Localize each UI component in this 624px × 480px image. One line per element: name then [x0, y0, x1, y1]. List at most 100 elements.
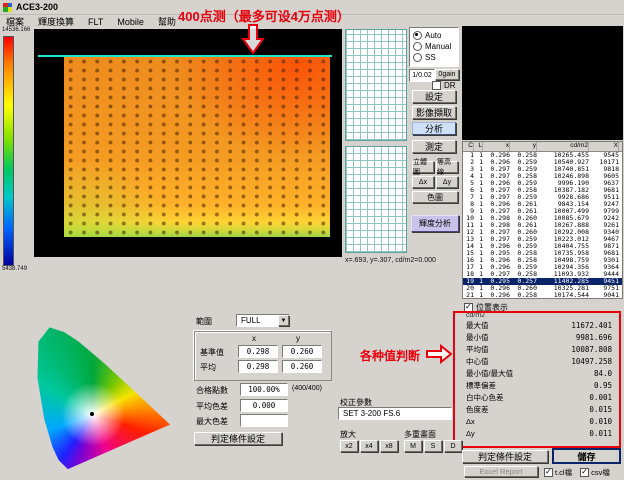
table-row[interactable]: 810.2960.2619843.1549247: [463, 201, 622, 208]
stat-value: 84.0: [594, 369, 612, 378]
pass-rate-value: 100.00%: [240, 383, 288, 396]
luminance-analysis-button[interactable]: 輝度分析: [411, 215, 459, 232]
zoom-button-x2[interactable]: x2: [340, 440, 358, 452]
stat-row: 標準偏差 0.95: [460, 379, 618, 391]
cursor-coords-readout: x=.693, y=.307, cd/m2=0.000: [345, 257, 436, 264]
stat-label: 最大值: [466, 320, 489, 331]
pass-rate-label: 合格點數: [196, 385, 228, 396]
stat-label: 標準偏差: [466, 380, 496, 391]
contour-button[interactable]: 等高線: [436, 161, 458, 173]
checkbox-icon: [432, 81, 441, 90]
table-header-cell: x: [483, 142, 510, 151]
table-row[interactable]: 610.2970.25810387.1829681: [463, 187, 622, 194]
stat-label: Δy: [466, 429, 475, 438]
stereo-button[interactable]: 立體圖: [412, 161, 434, 173]
multi-view-button-group: MSD: [404, 440, 462, 452]
stat-label: 色度差: [466, 404, 489, 415]
table-row[interactable]: 1010.2980.26010085.6799242: [463, 215, 622, 222]
heatmap-canvas[interactable]: [34, 29, 342, 257]
zoom-button-group: x2x4x8: [340, 440, 398, 452]
stat-value: 10087.808: [571, 345, 612, 354]
table-row[interactable]: 210.2960.25910540.92710171: [463, 159, 622, 166]
table-row[interactable]: 310.2970.25910740.8519818: [463, 166, 622, 173]
menu-item[interactable]: 輝度換算: [38, 15, 74, 28]
right-arrow-icon: [426, 344, 452, 369]
colorbar: [3, 36, 14, 266]
export-check-t.cl檔[interactable]: t.cl檔: [544, 467, 572, 478]
colormap-button[interactable]: 色圖: [412, 191, 458, 203]
zoom-button-x8[interactable]: x8: [380, 440, 398, 452]
table-row[interactable]: 710.2970.2599928.6869511: [463, 194, 622, 201]
table-row[interactable]: 1610.2960.25810498.7599301: [463, 257, 622, 264]
table-row[interactable]: 1110.2980.26110267.8889261: [463, 222, 622, 229]
measure-button[interactable]: 測定: [412, 140, 456, 153]
stat-value: 9981.696: [576, 333, 612, 342]
export-check-label: t.cl檔: [555, 467, 572, 478]
baseline-y-value: 0.260: [282, 345, 322, 358]
multi-view-button-m[interactable]: M: [404, 440, 422, 452]
avg-color-diff-value: 0.000: [240, 399, 288, 412]
colorbar-max-label: 14536.166: [2, 27, 30, 33]
range-selected-value: FULL: [241, 316, 261, 325]
measurement-table[interactable]: CLxycd/m2X 110.2960.25810265.4559545210.…: [462, 141, 623, 299]
average-label: 平均: [200, 362, 216, 373]
menu-item[interactable]: FLT: [88, 17, 103, 27]
checkbox-icon: [580, 468, 589, 477]
delta-x-button[interactable]: Δx: [412, 176, 434, 188]
gain-button[interactable]: 0gain: [435, 69, 459, 80]
table-row[interactable]: 1810.2970.25811093.9329444: [463, 271, 622, 278]
table-row[interactable]: 1710.2960.25910294.3569364: [463, 264, 622, 271]
delta-y-button[interactable]: Δy: [436, 176, 458, 188]
mode-radio-label: SS: [425, 53, 436, 62]
table-row[interactable]: 1310.2970.25910223.0129467: [463, 236, 622, 243]
analyze-button[interactable]: 分析: [412, 122, 456, 135]
judge-condition-button-footer[interactable]: 判定條件設定: [462, 450, 548, 463]
save-button[interactable]: 儲存: [552, 448, 621, 464]
table-row[interactable]: 910.2970.26110007.4999799: [463, 208, 622, 215]
stat-value: 0.011: [589, 429, 612, 438]
excel-report-button[interactable]: Excel Report: [464, 466, 538, 477]
table-row[interactable]: 1510.2950.25810735.9589681: [463, 250, 622, 257]
mode-radio-manual[interactable]: Manual: [413, 41, 455, 52]
judge-condition-button[interactable]: 判定條件設定: [194, 432, 282, 445]
mode-radio-auto[interactable]: Auto: [413, 30, 455, 41]
multi-view-button-d[interactable]: D: [444, 440, 462, 452]
zoom-button-x4[interactable]: x4: [360, 440, 378, 452]
stat-value: 0.015: [589, 405, 612, 414]
stats-section-label: cd/m2: [466, 312, 618, 319]
setting-button[interactable]: 設定: [412, 90, 456, 103]
dr-checkbox[interactable]: DR: [432, 81, 456, 90]
export-check-label: csv檔: [591, 467, 610, 478]
baseline-x-value: 0.298: [238, 345, 278, 358]
stat-row: 最小值9981.696: [460, 331, 618, 343]
mode-group: AutoManualSS: [409, 27, 459, 67]
mode-radio-ss[interactable]: SS: [413, 52, 455, 63]
table-cell: 21: [463, 292, 474, 299]
table-header-cell: C: [463, 142, 474, 151]
average-y-value: 0.260: [282, 360, 322, 373]
menu-item[interactable]: Mobile: [117, 17, 144, 27]
export-check-csv檔[interactable]: csv檔: [580, 467, 610, 478]
multi-view-button-s[interactable]: S: [424, 440, 442, 452]
heatmap-measure-area[interactable]: [64, 57, 330, 237]
down-arrow-icon: [242, 24, 264, 59]
table-row[interactable]: 2110.2960.25810174.5449041: [463, 292, 622, 299]
table-row[interactable]: 410.2970.25810246.8989605: [463, 173, 622, 180]
table-header-cell: cd/m2: [537, 142, 589, 151]
chevron-down-icon[interactable]: ▼: [278, 315, 289, 326]
range-select[interactable]: FULL ▼: [236, 314, 290, 327]
table-row[interactable]: 1210.2970.26010292.0089340: [463, 229, 622, 236]
table-row[interactable]: 110.2960.25810265.4559545: [463, 152, 622, 159]
table-row[interactable]: 1410.2960.25910404.7559871: [463, 243, 622, 250]
stat-label: 平均值: [466, 344, 489, 355]
export-format-checks: t.cl檔 csv檔: [544, 467, 610, 478]
stat-row: 中心值10497.258: [460, 355, 618, 367]
menu-item[interactable]: 幫助: [158, 15, 176, 28]
average-x-value: 0.298: [238, 360, 278, 373]
capture-button[interactable]: 影像擷取: [412, 106, 456, 119]
table-row[interactable]: 2010.2960.26010325.2819751: [463, 285, 622, 292]
window-title: ACE3-200: [16, 2, 58, 12]
table-row[interactable]: 510.2960.2599996.1909637: [463, 180, 622, 187]
table-row[interactable]: 1910.2950.25711402.2859451: [463, 278, 622, 285]
stat-value: 0.95: [594, 381, 612, 390]
